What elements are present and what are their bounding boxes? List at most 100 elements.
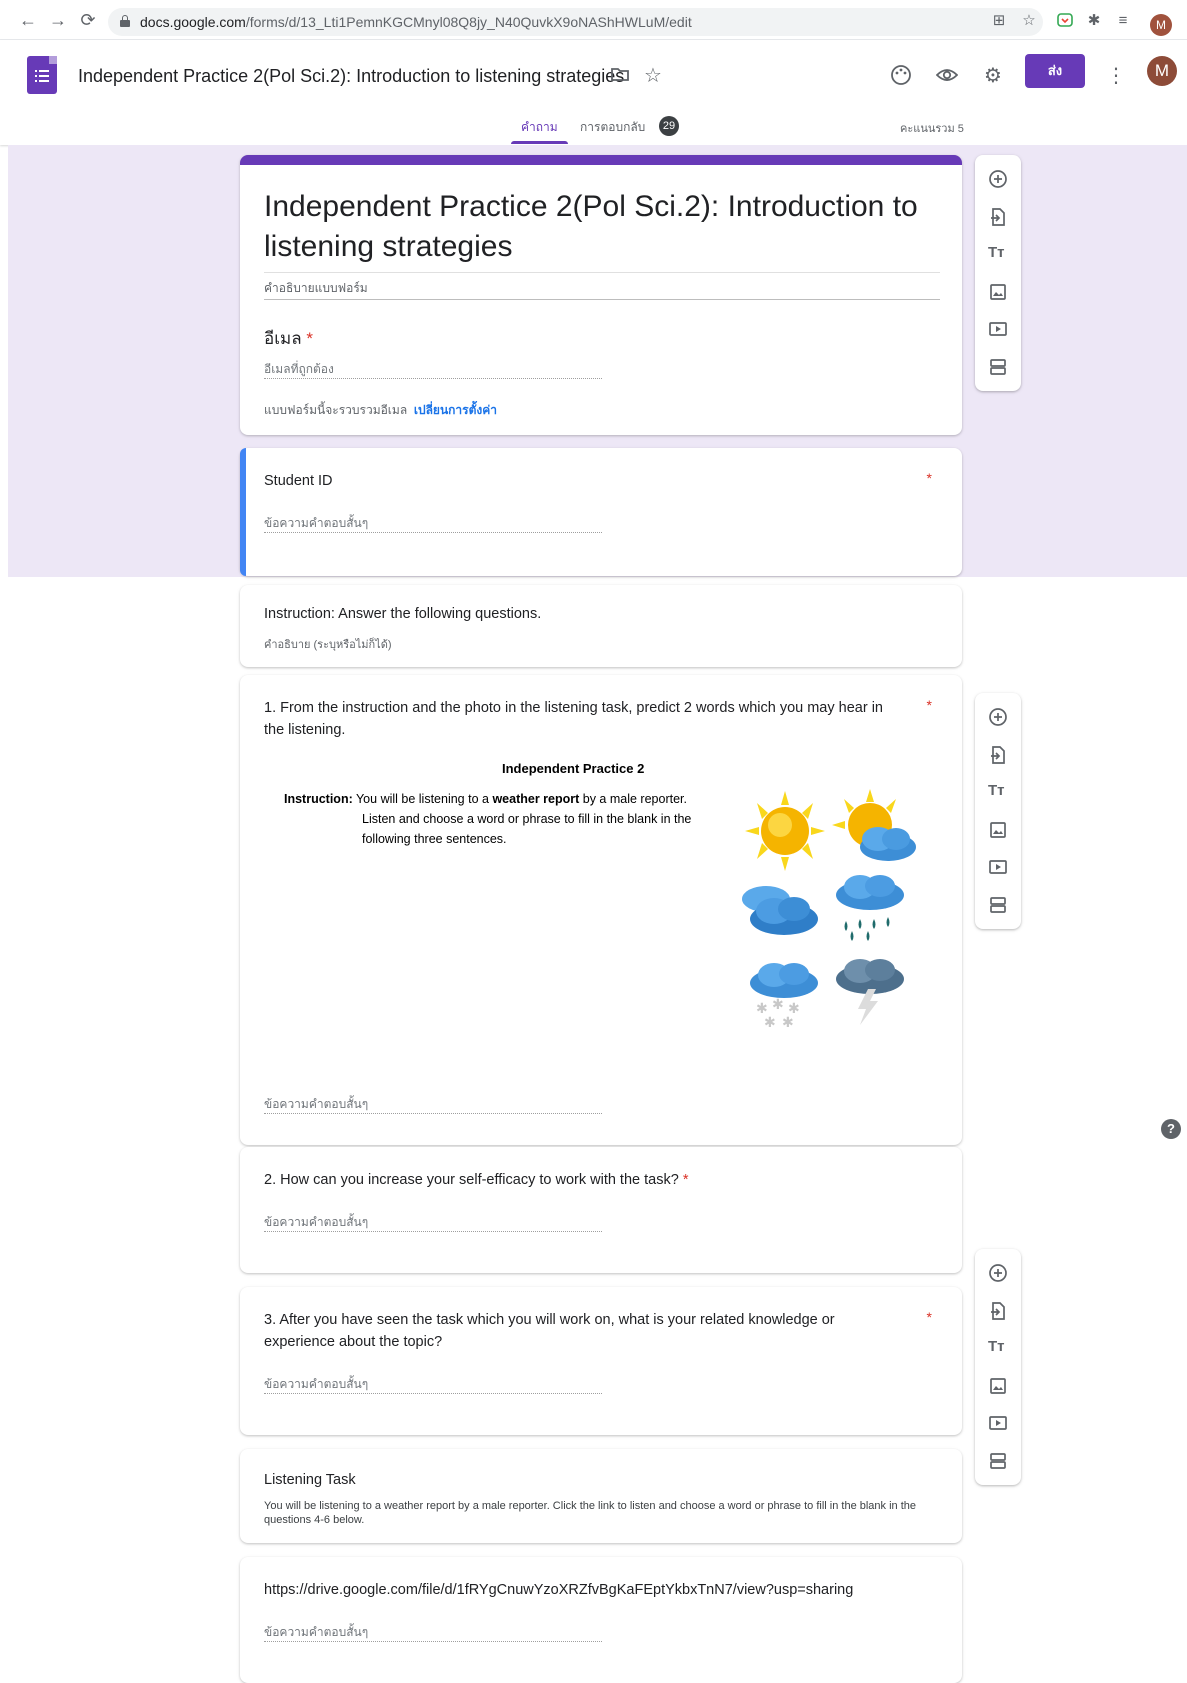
short-answer-placeholder: ข้อความคำตอบสั้นๆ (264, 1625, 369, 1639)
add-title-icon[interactable]: Tт (988, 1338, 1008, 1358)
add-section-icon[interactable] (988, 895, 1008, 915)
add-question-icon[interactable] (988, 169, 1008, 189)
question-card-1[interactable]: 1. From the instruction and the photo in… (240, 675, 962, 1145)
question-toolbar: Tт (975, 693, 1021, 929)
add-video-icon[interactable] (988, 1413, 1008, 1433)
add-title-icon[interactable]: Tт (988, 244, 1008, 264)
more-vert-icon[interactable]: ⋮ (1104, 64, 1128, 88)
import-questions-icon[interactable] (988, 1301, 1008, 1321)
question-card-3[interactable]: 3. After you have seen the task which yo… (240, 1287, 962, 1435)
short-answer-placeholder: ข้อความคำตอบสั้นๆ (264, 516, 369, 530)
snow-icon: ✱ ✱ ✱✱ ✱ (750, 963, 818, 1031)
question-title[interactable]: Student ID (264, 470, 333, 492)
sunny-icon (745, 791, 825, 871)
palette-icon[interactable] (889, 64, 913, 88)
svg-text:✱: ✱ (782, 1015, 794, 1031)
short-answer-placeholder: ข้อความคำตอบสั้นๆ (264, 1215, 369, 1229)
section-description[interactable]: You will be listening to a weather repor… (264, 1499, 954, 1527)
question-title[interactable]: https://drive.google.com/file/d/1fRYgCnu… (264, 1579, 853, 1601)
divider (264, 299, 940, 300)
question-toolbar: Tт (975, 1249, 1021, 1485)
add-section-icon[interactable] (988, 1451, 1008, 1471)
forward-arrow-icon[interactable]: → (48, 10, 68, 30)
section-title[interactable]: Instruction: Answer the following questi… (264, 603, 541, 625)
send-button[interactable]: ส่ง (1025, 54, 1085, 88)
question-card-link[interactable]: https://drive.google.com/file/d/1fRYgCnu… (240, 1557, 962, 1683)
lock-icon[interactable] (120, 15, 130, 27)
form-title-card[interactable]: Independent Practice 2(Pol Sci.2): Intro… (240, 155, 962, 435)
answer-underline (264, 1113, 602, 1114)
add-image-icon[interactable] (988, 820, 1008, 840)
form-title[interactable]: Independent Practice 2(Pol Sci.2): Intro… (264, 187, 944, 267)
settings-gear-icon[interactable]: ⚙ (981, 64, 1005, 88)
add-title-icon[interactable]: Tт (988, 782, 1008, 802)
email-question-label: อีเมล * (264, 329, 314, 348)
svg-text:✱: ✱ (772, 997, 784, 1013)
tab-questions[interactable]: คำถาม (521, 118, 558, 137)
address-bar[interactable]: docs.google.com/forms/d/13_Lti1PemnKGCMn… (108, 8, 1043, 36)
answer-underline (264, 1231, 602, 1232)
preview-eye-icon[interactable] (935, 64, 959, 88)
section-description[interactable]: คำอธิบาย (ระบุหรือไม่ก็ได้) (264, 635, 392, 653)
extension-pocket-icon[interactable] (1056, 12, 1074, 30)
reload-icon[interactable]: ⟳ (78, 10, 98, 30)
thunderstorm-icon (836, 959, 904, 1025)
add-video-icon[interactable] (988, 319, 1008, 339)
question-toolbar: Tт (975, 155, 1021, 391)
required-asterisk: * (926, 470, 932, 486)
email-collection-note: แบบฟอร์มนี้จะรวบรวมอีเมล เปลี่ยนการตั้งค… (264, 403, 498, 417)
document-title[interactable]: Independent Practice 2(Pol Sci.2): Intro… (78, 66, 624, 87)
total-points: คะแนนรวม 5 (900, 123, 964, 135)
required-asterisk: * (926, 1309, 932, 1325)
answer-underline (264, 378, 602, 379)
import-questions-icon[interactable] (988, 745, 1008, 765)
add-video-icon[interactable] (988, 857, 1008, 877)
short-answer-placeholder: ข้อความคำตอบสั้นๆ (264, 1097, 369, 1111)
tab-responses[interactable]: การตอบกลับ (580, 118, 645, 137)
answer-underline (264, 1393, 602, 1394)
profile-avatar[interactable]: M (1150, 14, 1172, 36)
add-image-icon[interactable] (988, 282, 1008, 302)
help-icon[interactable]: ? (1161, 1119, 1181, 1139)
folder-icon[interactable] (608, 64, 632, 88)
listening-task-card[interactable]: Listening Task You will be listening to … (240, 1449, 962, 1543)
question-card-student-id[interactable]: Student ID * ข้อความคำตอบสั้นๆ (240, 448, 962, 576)
user-avatar[interactable]: M (1147, 56, 1177, 86)
form-description-field[interactable]: คำอธิบายแบบฟอร์ม (264, 279, 368, 298)
partly-cloudy-icon (832, 789, 916, 861)
instruction-card[interactable]: Instruction: Answer the following questi… (240, 585, 962, 667)
cloudy-icon (742, 886, 818, 935)
bookmark-star-icon[interactable]: ☆ (1020, 12, 1038, 30)
browser-toolbar: ← → ⟳ docs.google.com/forms/d/13_Lti1Pem… (0, 0, 1187, 40)
add-section-icon[interactable] (988, 357, 1008, 377)
short-answer-placeholder: ข้อความคำตอบสั้นๆ (264, 1377, 369, 1391)
answer-underline (264, 1641, 602, 1642)
add-image-icon[interactable] (988, 1376, 1008, 1396)
answer-underline (264, 532, 602, 533)
import-questions-icon[interactable] (988, 207, 1008, 227)
responses-count-badge: 29 (659, 116, 679, 136)
svg-text:✱: ✱ (764, 1015, 776, 1031)
change-settings-link[interactable]: เปลี่ยนการตั้งค่า (414, 403, 497, 417)
image-heading: Independent Practice 2 (502, 761, 645, 776)
add-question-icon[interactable] (988, 707, 1008, 727)
rain-icon (836, 875, 904, 941)
active-tab-indicator (511, 141, 568, 144)
translate-icon[interactable]: ⊞ (990, 12, 1008, 30)
form-editor-canvas: Independent Practice 2(Pol Sci.2): Intro… (8, 145, 1187, 1683)
question-title[interactable]: 3. After you have seen the task which yo… (264, 1309, 884, 1353)
question-card-2[interactable]: 2. How can you increase your self-effica… (240, 1147, 962, 1273)
star-icon[interactable]: ☆ (641, 64, 665, 88)
question-title[interactable]: 1. From the instruction and the photo in… (264, 697, 904, 741)
reading-list-icon[interactable]: ≡ (1114, 12, 1132, 30)
required-asterisk: * (926, 697, 932, 713)
question-image: Independent Practice 2 Instruction: You … (264, 761, 934, 1031)
extensions-puzzle-icon[interactable]: ✱ (1085, 12, 1103, 30)
section-title[interactable]: Listening Task (264, 1469, 356, 1491)
divider (264, 272, 940, 273)
url-text[interactable]: docs.google.com/forms/d/13_Lti1PemnKGCMn… (140, 14, 692, 30)
add-question-icon[interactable] (988, 1263, 1008, 1283)
back-arrow-icon[interactable]: ← (18, 10, 38, 30)
google-forms-logo-icon[interactable] (27, 56, 57, 94)
question-title[interactable]: 2. How can you increase your self-effica… (264, 1169, 688, 1191)
